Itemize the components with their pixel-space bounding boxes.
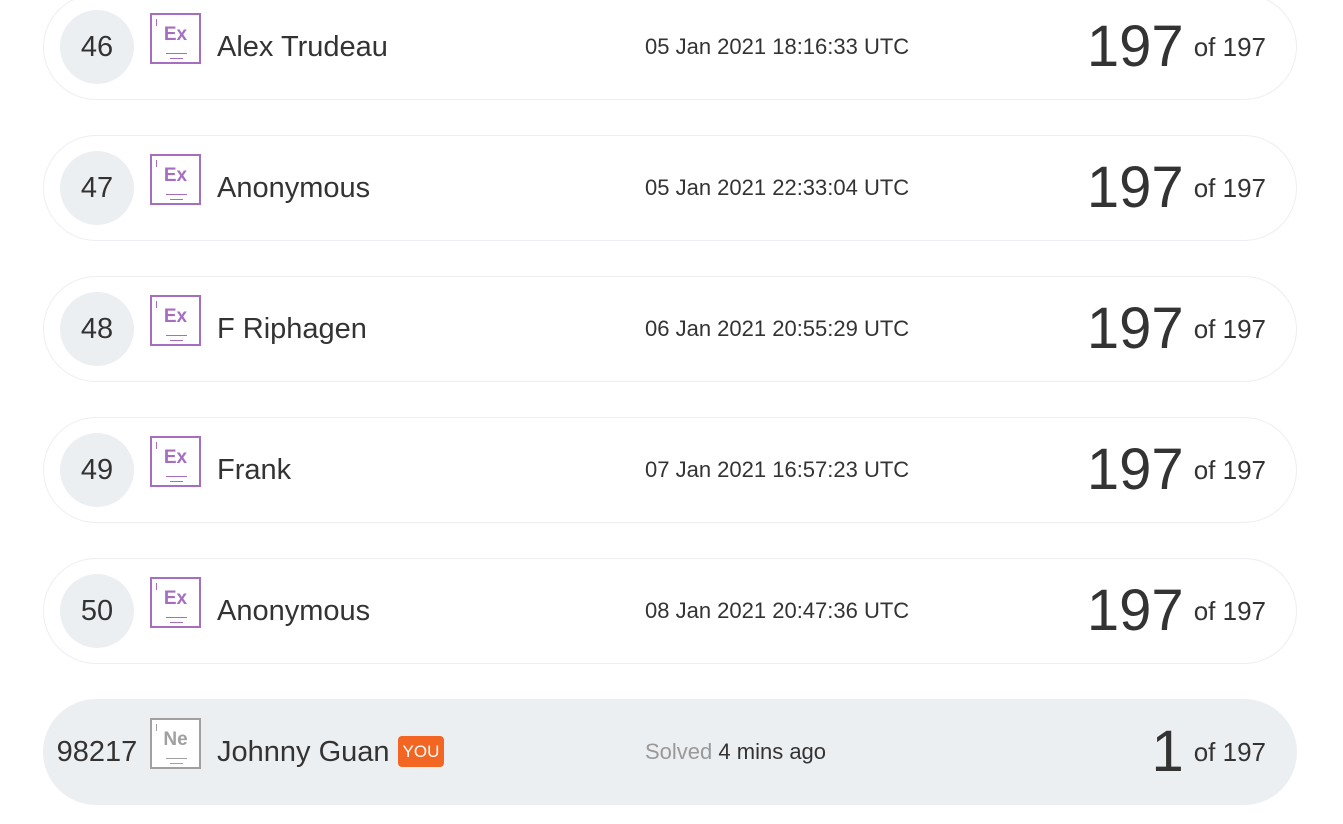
user-name[interactable]: Anonymous	[217, 559, 370, 663]
score-total: of 197	[1193, 172, 1266, 203]
badge-symbol: Ex	[163, 24, 188, 45]
score-value: 197	[1086, 14, 1184, 79]
score: 197 of 197	[1087, 559, 1266, 663]
user-name[interactable]: Anonymous	[217, 136, 370, 240]
expert-badge-icon: Ex	[150, 13, 201, 64]
solve-timestamp: 05 Jan 2021 18:16:33 UTC	[645, 34, 910, 59]
leaderboard-row[interactable]: 46 Ex Alex Trudeau 05 Jan 2021 18:16:33 …	[43, 0, 1297, 100]
solved-label: Solved	[645, 739, 713, 764]
user-name-cell: Johnny Guan YOU	[217, 700, 445, 804]
score-total: of 197	[1193, 595, 1266, 626]
score: 197 of 197	[1087, 136, 1266, 240]
user-name[interactable]: Alex Trudeau	[217, 0, 388, 99]
badge-symbol: Ne	[163, 729, 188, 750]
score: 1 of 197	[1151, 700, 1266, 804]
current-user-row[interactable]: 98217 Ne Johnny Guan YOU Solved 4 mins ag…	[43, 699, 1297, 805]
leaderboard-row[interactable]: 50 Ex Anonymous 08 Jan 2021 20:47:36 UTC…	[43, 558, 1297, 664]
score-value: 197	[1086, 155, 1184, 220]
score-total: of 197	[1193, 736, 1266, 767]
solve-timestamp: 06 Jan 2021 20:55:29 UTC	[645, 316, 910, 341]
leaderboard-row[interactable]: 47 Ex Anonymous 05 Jan 2021 22:33:04 UTC…	[43, 135, 1297, 241]
expert-badge-icon: Ex	[150, 154, 201, 205]
newbie-badge-icon: Ne	[150, 718, 201, 769]
score: 197 of 197	[1087, 418, 1266, 522]
score-value: 197	[1086, 437, 1184, 502]
badge-symbol: Ex	[163, 165, 188, 186]
rank-number: 48	[60, 292, 134, 366]
badge-symbol: Ex	[163, 588, 188, 609]
score-value: 197	[1086, 296, 1184, 361]
expert-badge-icon: Ex	[150, 436, 201, 487]
rank-number: 47	[60, 151, 134, 225]
user-name[interactable]: F Riphagen	[217, 277, 367, 381]
rank-number: 49	[60, 433, 134, 507]
user-name[interactable]: Frank	[217, 418, 291, 522]
score-total: of 197	[1193, 454, 1266, 485]
expert-badge-icon: Ex	[150, 295, 201, 346]
solved-time: 4 mins ago	[718, 739, 827, 764]
score-total: of 197	[1193, 31, 1266, 62]
solve-timestamp: 07 Jan 2021 16:57:23 UTC	[645, 457, 910, 482]
rank-number: 98217	[56, 736, 138, 768]
badge-symbol: Ex	[163, 447, 188, 468]
you-badge: YOU	[397, 735, 445, 767]
badge-symbol: Ex	[163, 306, 188, 327]
solve-status: Solved 4 mins ago	[645, 700, 826, 804]
score-total: of 197	[1193, 313, 1266, 344]
score: 197 of 197	[1087, 277, 1266, 381]
rank-number: 50	[60, 574, 134, 648]
score-value: 1	[1151, 719, 1184, 784]
score: 197 of 197	[1087, 0, 1266, 99]
solve-timestamp: 05 Jan 2021 22:33:04 UTC	[645, 175, 910, 200]
score-value: 197	[1086, 578, 1184, 643]
expert-badge-icon: Ex	[150, 577, 201, 628]
leaderboard-row[interactable]: 49 Ex Frank 07 Jan 2021 16:57:23 UTC 197…	[43, 417, 1297, 523]
leaderboard-row[interactable]: 48 Ex F Riphagen 06 Jan 2021 20:55:29 UT…	[43, 276, 1297, 382]
rank-number: 46	[60, 10, 134, 84]
user-name[interactable]: Johnny Guan	[217, 736, 390, 768]
solve-timestamp: 08 Jan 2021 20:47:36 UTC	[645, 598, 910, 623]
